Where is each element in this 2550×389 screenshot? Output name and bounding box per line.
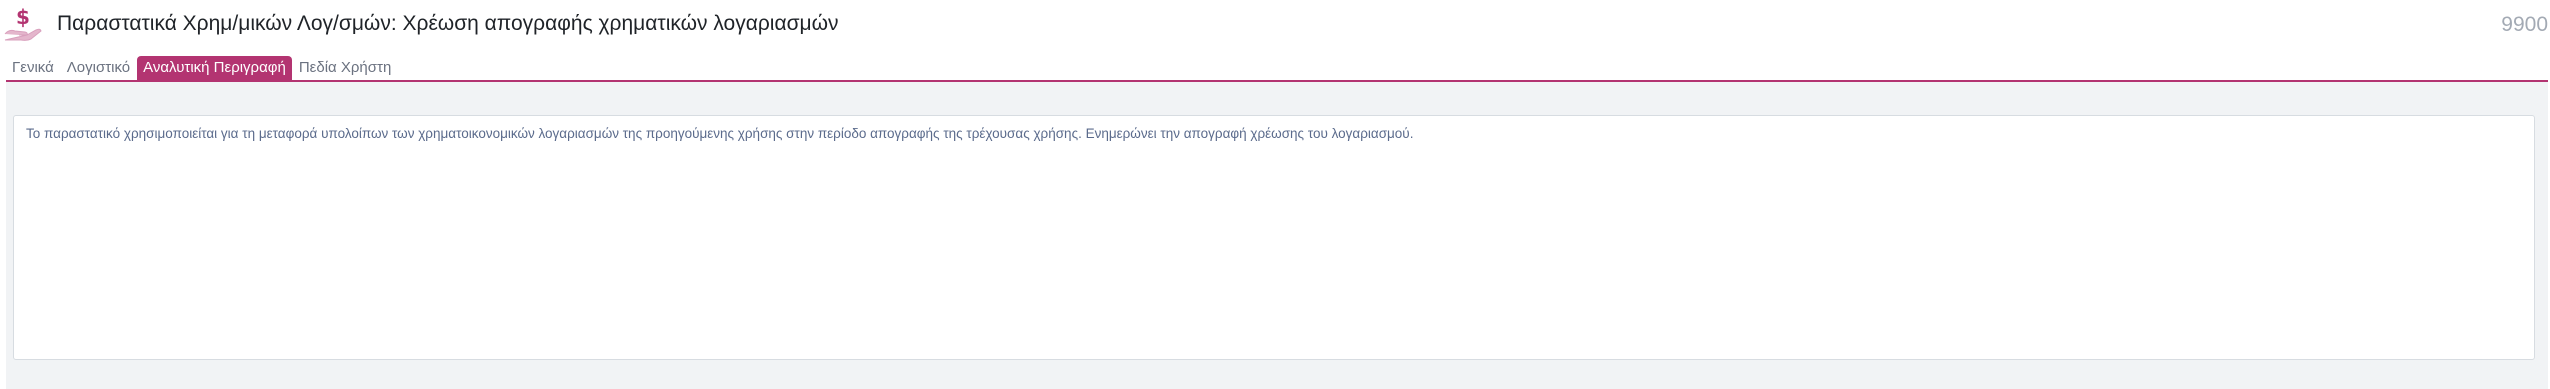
tab-user-fields[interactable]: Πεδία Χρήστη xyxy=(293,56,397,80)
svg-text:$: $ xyxy=(16,5,30,29)
document-code: 9900 xyxy=(2501,13,2548,36)
description-textarea[interactable]: Το παραστατικό χρησιμοποιείται για τη με… xyxy=(13,115,2535,360)
tab-accounting[interactable]: Λογιστικό xyxy=(61,56,136,80)
page-title: Παραστατικά Χρημ/μικών Λογ/σμών: Χρέωση … xyxy=(57,12,839,35)
hand-with-dollar-icon: $ xyxy=(3,4,47,44)
tab-detailed-description[interactable]: Αναλυτική Περιγραφή xyxy=(137,56,292,80)
tab-bar: Γενικά Λογιστικό Αναλυτική Περιγραφή Πεδ… xyxy=(6,56,398,80)
tab-general[interactable]: Γενικά xyxy=(6,56,60,80)
description-panel: Το παραστατικό χρησιμοποιείται για τη με… xyxy=(6,82,2548,389)
page-header: $ Παραστατικά Χρημ/μικών Λογ/σμών: Χρέωσ… xyxy=(0,0,2550,50)
